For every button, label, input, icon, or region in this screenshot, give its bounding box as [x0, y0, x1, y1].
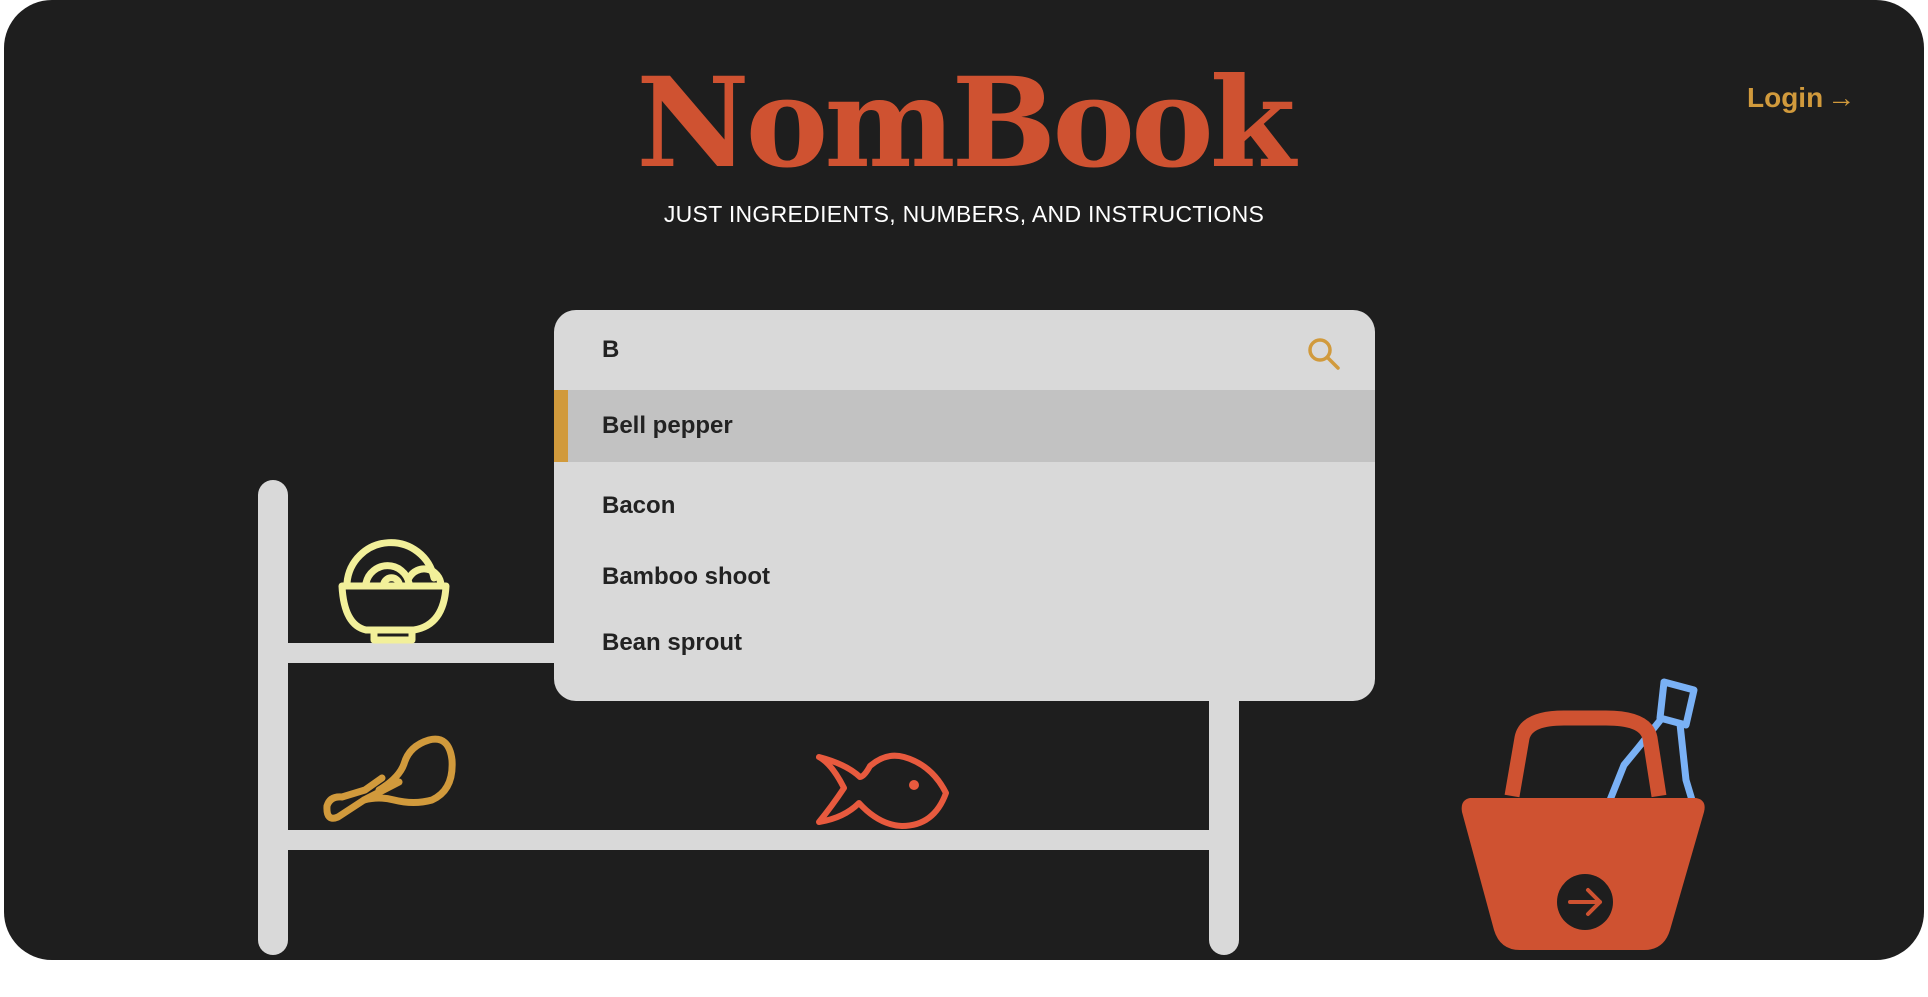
suggestion-label: Bell pepper	[602, 412, 733, 439]
shelf-board-top	[288, 643, 568, 663]
basket-go-button[interactable]	[1557, 874, 1613, 930]
shelf-left-post	[258, 480, 288, 955]
login-label: Login	[1747, 82, 1824, 113]
fish-icon	[816, 752, 949, 829]
chicken-leg-icon	[323, 735, 456, 822]
suggestion-label: Bamboo shoot	[602, 563, 770, 590]
suggestion-label: Bacon	[602, 492, 676, 519]
suggestion-label: Bean sprout	[602, 629, 743, 656]
arrow-right-icon: →	[1827, 82, 1856, 113]
login-link[interactable]: Login →	[1747, 82, 1855, 114]
app-logo: NomBook	[636, 51, 1295, 196]
app-tagline: JUST INGREDIENTS, NUMBERS, AND INSTRUCTI…	[663, 201, 1265, 227]
suggestion-item[interactable]: Bean sprout	[554, 607, 1375, 679]
search-icon[interactable]	[1306, 336, 1342, 372]
search-bar	[554, 310, 1375, 390]
suggestion-item[interactable]: Bacon	[554, 470, 1375, 542]
search-panel: Bell pepper Bacon Bamboo shoot Bean spro…	[554, 310, 1375, 701]
suggestion-item[interactable]: Bamboo shoot	[554, 541, 1375, 613]
bowl-icon	[338, 539, 450, 644]
suggestion-item[interactable]: Bell pepper	[554, 390, 1375, 462]
search-input[interactable]	[602, 330, 1282, 370]
app-frame: NomBook JUST INGREDIENTS, NUMBERS, AND I…	[4, 0, 1924, 960]
shelf-right-post	[1209, 685, 1239, 955]
shelf-board-bottom	[288, 830, 1209, 850]
